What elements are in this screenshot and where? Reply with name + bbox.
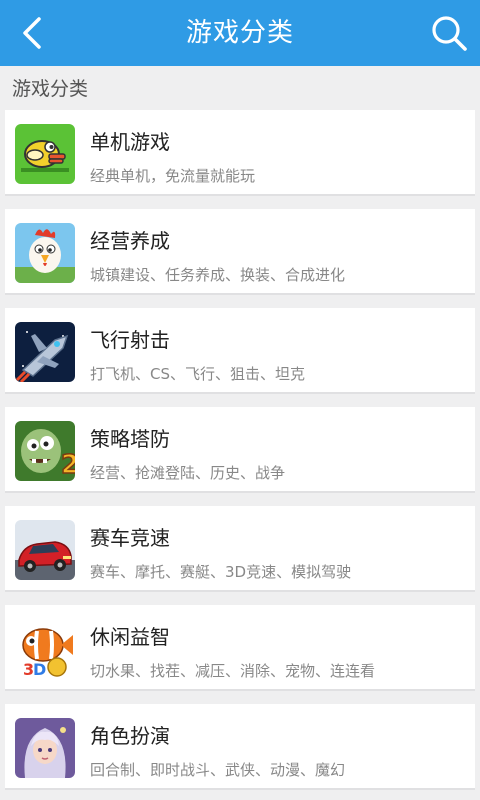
chevron-left-icon <box>23 17 41 49</box>
app-bar: 游戏分类 <box>0 0 480 66</box>
race-car-icon <box>15 520 75 580</box>
category-desc: 切水果、找茬、减压、消除、宠物、连连看 <box>90 662 376 680</box>
category-desc: 打飞机、CS、飞行、狙击、坦克 <box>90 365 305 383</box>
category-title: 策略塔防 <box>90 427 170 451</box>
category-title: 赛车竞速 <box>90 526 170 550</box>
section-title: 游戏分类 <box>12 78 89 100</box>
category-desc: 回合制、即时战斗、武侠、动漫、魔幻 <box>90 761 346 779</box>
category-item-racing[interactable]: 赛车竞速 赛车、摩托、赛艇、3D竞速、模拟驾驶 <box>5 506 475 592</box>
clownfish-icon: 3 D <box>15 619 75 679</box>
category-desc: 经典单机，免流量就能玩 <box>90 167 256 185</box>
category-item-simulation[interactable]: 经营养成 城镇建设、任务养成、换装、合成进化 <box>5 209 475 295</box>
category-item-casual[interactable]: 3 D 休闲益智 切水果、找茬、减压、消除、宠物、连连看 <box>5 605 475 691</box>
zombie-icon: 2 <box>15 421 75 481</box>
category-title: 单机游戏 <box>90 130 170 154</box>
spaceship-icon <box>15 322 75 382</box>
category-item-shooter[interactable]: 飞行射击 打飞机、CS、飞行、狙击、坦克 <box>5 308 475 394</box>
back-button[interactable] <box>8 8 58 58</box>
category-title: 休闲益智 <box>90 625 170 649</box>
anime-girl-icon <box>15 718 75 778</box>
category-title: 飞行射击 <box>90 328 170 352</box>
search-button[interactable] <box>424 8 474 58</box>
category-item-strategy[interactable]: 2 策略塔防 经营、抢滩登陆、历史、战争 <box>5 407 475 493</box>
svg-text:2: 2 <box>61 450 75 480</box>
category-title: 经营养成 <box>90 229 170 253</box>
category-desc: 经营、抢滩登陆、历史、战争 <box>90 464 286 482</box>
page-title: 游戏分类 <box>185 18 294 48</box>
chicken-icon <box>15 223 75 283</box>
svg-text:D: D <box>33 660 46 679</box>
category-item-rpg[interactable]: 角色扮演 回合制、即时战斗、武侠、动漫、魔幻 <box>5 704 475 790</box>
search-icon <box>432 16 467 51</box>
category-item-single-player[interactable]: 单机游戏 经典单机，免流量就能玩 <box>5 110 475 196</box>
category-desc: 赛车、摩托、赛艇、3D竞速、模拟驾驶 <box>90 563 352 581</box>
category-desc: 城镇建设、任务养成、换装、合成进化 <box>90 266 346 284</box>
category-title: 角色扮演 <box>90 724 170 748</box>
flappy-bird-icon <box>15 124 75 184</box>
